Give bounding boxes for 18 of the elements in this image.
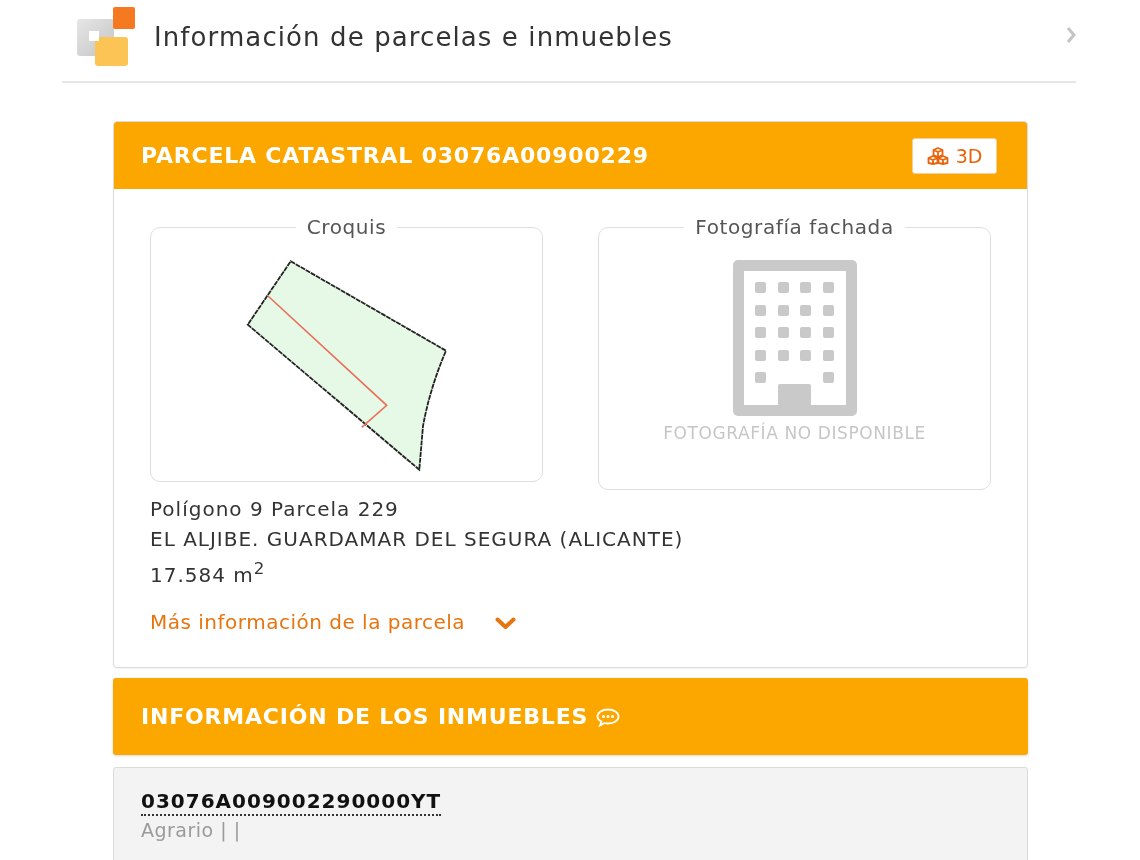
- panel-title: Croquis: [305, 215, 388, 239]
- view-3d-button[interactable]: 3D: [912, 137, 997, 174]
- more-info-link[interactable]: Más información de la parcela: [150, 607, 517, 636]
- property-use-text: Agrario | |: [141, 817, 242, 844]
- cubes-icon: [926, 146, 949, 165]
- parcel-title: PARCELA CATASTRAL 03076A00900229: [141, 143, 649, 168]
- property-reference-link[interactable]: 03076A009002290000YT: [141, 787, 442, 816]
- panel-title: Fotografía fachada: [694, 215, 895, 239]
- speech-bubble-icon: [596, 707, 621, 727]
- chevron-right-icon[interactable]: [1066, 27, 1076, 43]
- page-title: Información de parcelas e inmuebles: [154, 22, 673, 52]
- parcel-detail-text: EL ALJIBE. GUARDAMAR DEL SEGURA (ALICANTE): [150, 526, 685, 553]
- parcel-detail-text: 17.584 m$^{2}$: [150, 558, 267, 589]
- properties-title: INFORMACIÓN DE LOS INMUEBLES: [141, 703, 589, 729]
- squares-logo-icon: [76, 6, 136, 67]
- parcel-detail-text: Polígono 9 Parcela 229: [150, 496, 400, 523]
- photo-unavailable-text: FOTOGRAFÍA NO DISPONIBLE: [662, 423, 927, 445]
- building-icon: [732, 260, 857, 416]
